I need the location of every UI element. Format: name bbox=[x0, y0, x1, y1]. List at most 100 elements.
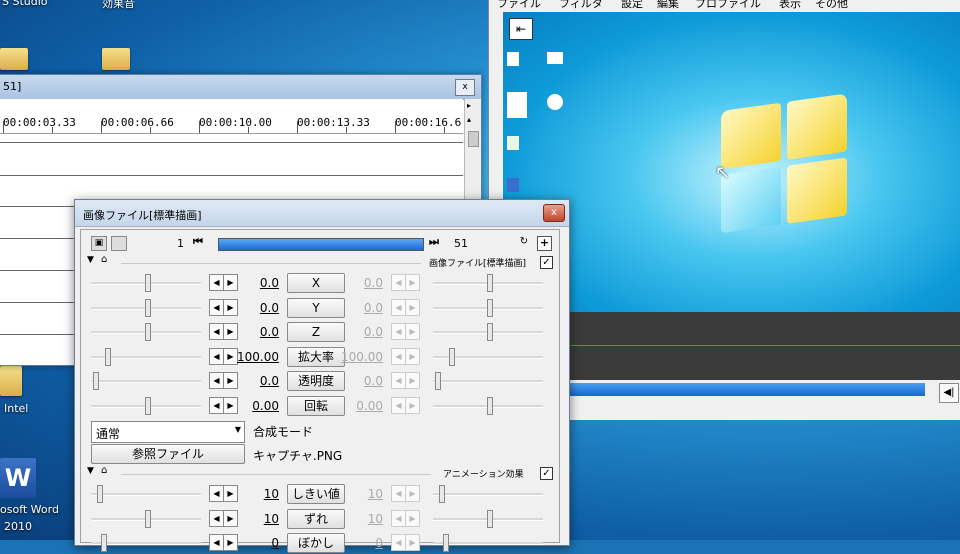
decrement-icon[interactable]: ◀ bbox=[209, 534, 224, 551]
dialog-close-button[interactable]: x bbox=[543, 204, 565, 222]
slider-knob[interactable] bbox=[487, 509, 493, 528]
folder-icon[interactable] bbox=[102, 48, 130, 70]
start-slider[interactable] bbox=[91, 534, 201, 552]
start-slider[interactable] bbox=[91, 323, 201, 341]
preview-screen[interactable]: ⇤ ↖ bbox=[503, 12, 960, 312]
timeline-layer[interactable] bbox=[0, 142, 463, 176]
word-icon[interactable]: W bbox=[0, 458, 36, 498]
end-value[interactable]: 0.00 bbox=[331, 399, 383, 413]
end-stepper[interactable]: ◀ ▶ bbox=[391, 298, 420, 316]
decrement-icon[interactable]: ◀ bbox=[391, 372, 406, 389]
end-value[interactable]: 100.00 bbox=[331, 350, 383, 364]
end-value[interactable]: 0 bbox=[331, 536, 383, 550]
slider-knob[interactable] bbox=[93, 372, 99, 390]
blend-mode-select[interactable]: 通常 ▼ bbox=[91, 421, 245, 443]
slider-knob[interactable] bbox=[487, 274, 493, 292]
scroll-up-icon[interactable]: ▴ bbox=[467, 115, 471, 124]
menu-edit[interactable]: 編集 bbox=[657, 0, 679, 11]
end-stepper[interactable]: ◀ ▶ bbox=[391, 347, 420, 365]
start-slider[interactable] bbox=[91, 274, 201, 292]
decrement-icon[interactable]: ◀ bbox=[209, 323, 224, 340]
increment-icon[interactable]: ▶ bbox=[405, 509, 420, 527]
slider-knob[interactable] bbox=[435, 372, 441, 390]
timeline-close-button[interactable]: x bbox=[455, 79, 475, 96]
start-value[interactable]: 0.0 bbox=[227, 276, 279, 290]
collapse-icon[interactable]: ▼ bbox=[87, 255, 94, 265]
decrement-icon[interactable]: ◀ bbox=[391, 347, 406, 365]
decrement-icon[interactable]: ◀ bbox=[391, 396, 406, 414]
slider-knob[interactable] bbox=[439, 485, 445, 503]
intel-icon[interactable] bbox=[0, 366, 22, 396]
increment-icon[interactable]: ▶ bbox=[405, 485, 420, 502]
section-checkbox[interactable]: ✓ bbox=[540, 467, 553, 480]
decrement-icon[interactable]: ◀ bbox=[391, 298, 406, 316]
end-slider[interactable] bbox=[433, 534, 543, 552]
timeline-ruler[interactable]: 00:00:03.33 00:00:06.66 00:00:10.00 00:0… bbox=[0, 99, 463, 134]
end-stepper[interactable]: ◀ ▶ bbox=[391, 396, 420, 414]
section-checkbox[interactable]: ✓ bbox=[540, 256, 553, 269]
folder-icon[interactable] bbox=[0, 48, 28, 70]
start-slider[interactable] bbox=[91, 298, 201, 317]
end-stepper[interactable]: ◀ ▶ bbox=[391, 485, 420, 502]
start-value[interactable]: 10 bbox=[227, 487, 279, 501]
slider-knob[interactable] bbox=[487, 323, 493, 341]
end-slider[interactable] bbox=[433, 372, 543, 390]
slider-knob[interactable] bbox=[97, 485, 103, 503]
slider-knob[interactable] bbox=[145, 396, 151, 415]
collapse-icon[interactable]: ▼ bbox=[87, 466, 94, 476]
decrement-icon[interactable]: ◀ bbox=[209, 298, 224, 316]
end-value[interactable]: 0.0 bbox=[331, 325, 383, 339]
menu-other[interactable]: その他 bbox=[815, 0, 848, 11]
end-slider[interactable] bbox=[433, 298, 543, 317]
scroll-thumb[interactable] bbox=[468, 131, 479, 147]
slider-knob[interactable] bbox=[145, 323, 151, 341]
increment-icon[interactable]: ▶ bbox=[405, 298, 420, 316]
start-value[interactable]: 100.00 bbox=[227, 350, 279, 364]
menu-filter[interactable]: フィルタ bbox=[559, 0, 603, 11]
end-slider[interactable] bbox=[433, 509, 543, 528]
slider-knob[interactable] bbox=[105, 347, 111, 366]
menu-profile[interactable]: プロファイル bbox=[695, 0, 761, 11]
start-value[interactable]: 0 bbox=[227, 536, 279, 550]
end-value[interactable]: 0.0 bbox=[331, 374, 383, 388]
rewind-icon[interactable]: ⏮ bbox=[193, 235, 211, 251]
ref-file-button[interactable]: 参照ファイル bbox=[91, 444, 245, 464]
slider-knob[interactable] bbox=[145, 298, 151, 317]
slider-knob[interactable] bbox=[443, 534, 449, 552]
end-value[interactable]: 0.0 bbox=[331, 276, 383, 290]
start-value[interactable]: 0.00 bbox=[227, 399, 279, 413]
end-slider[interactable] bbox=[433, 274, 543, 292]
end-stepper[interactable]: ◀ ▶ bbox=[391, 274, 420, 291]
menu-settings[interactable]: 設定 bbox=[621, 0, 643, 11]
end-slider[interactable] bbox=[433, 323, 543, 341]
shadow-icon[interactable] bbox=[111, 236, 127, 251]
increment-icon[interactable]: ▶ bbox=[405, 534, 420, 551]
increment-icon[interactable]: ▶ bbox=[405, 274, 420, 291]
increment-icon[interactable]: ▶ bbox=[405, 347, 420, 365]
start-slider[interactable] bbox=[91, 396, 201, 415]
add-filter-icon[interactable]: + bbox=[537, 236, 552, 251]
end-slider[interactable] bbox=[433, 347, 543, 366]
menu-view[interactable]: 表示 bbox=[779, 0, 801, 11]
decrement-icon[interactable]: ◀ bbox=[209, 485, 224, 502]
end-value[interactable]: 10 bbox=[331, 512, 383, 526]
slider-knob[interactable] bbox=[449, 347, 455, 366]
decrement-icon[interactable]: ◀ bbox=[209, 347, 224, 365]
start-slider[interactable] bbox=[91, 509, 201, 528]
decrement-icon[interactable]: ◀ bbox=[391, 485, 406, 502]
start-value[interactable]: 0.0 bbox=[227, 301, 279, 315]
decrement-icon[interactable]: ◀ bbox=[391, 509, 406, 527]
decrement-icon[interactable]: ◀ bbox=[209, 372, 224, 389]
scroll-right-icon[interactable]: ▸ bbox=[467, 101, 471, 110]
camera-control-icon[interactable]: ▣ bbox=[91, 236, 107, 251]
slider-knob[interactable] bbox=[487, 298, 493, 317]
decrement-icon[interactable]: ◀ bbox=[391, 323, 406, 340]
increment-icon[interactable]: ▶ bbox=[405, 323, 420, 340]
increment-icon[interactable]: ▶ bbox=[405, 396, 420, 414]
slider-knob[interactable] bbox=[487, 396, 493, 415]
end-value[interactable]: 10 bbox=[331, 487, 383, 501]
increment-icon[interactable]: ▶ bbox=[405, 372, 420, 389]
end-stepper[interactable]: ◀ ▶ bbox=[391, 323, 420, 340]
forward-icon[interactable]: ⏭ bbox=[429, 235, 447, 251]
slider-knob[interactable] bbox=[101, 534, 107, 552]
